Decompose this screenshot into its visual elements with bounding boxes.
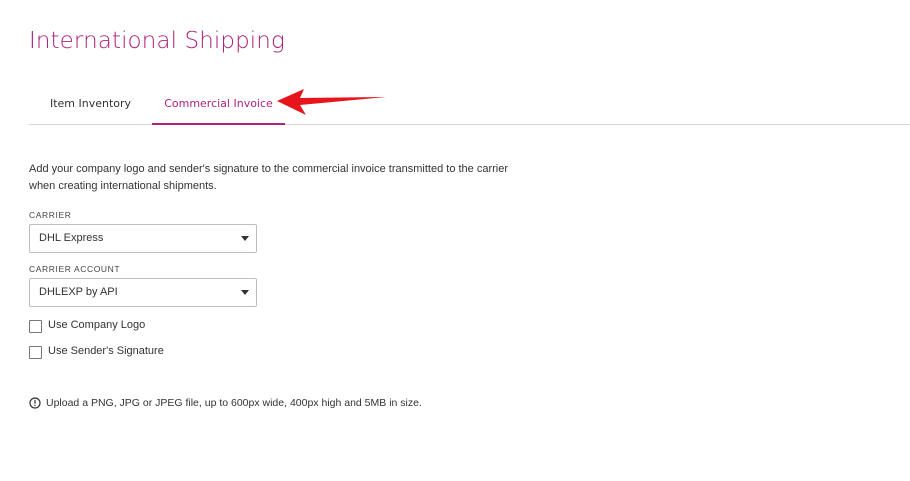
carrier-account-select[interactable]: DHLEXP by API <box>29 278 257 307</box>
chevron-down-icon <box>241 290 249 295</box>
chevron-down-icon <box>241 236 249 241</box>
checkbox-box[interactable] <box>29 320 42 333</box>
carrier-label: CARRIER <box>29 210 72 220</box>
form-description: Add your company logo and sender's signa… <box>29 163 509 192</box>
use-senders-signature-label: Use Sender's Signature <box>48 345 164 357</box>
checkbox-box[interactable] <box>29 346 42 359</box>
tab-commercial-invoice[interactable]: Commercial Invoice <box>152 86 285 125</box>
arrow-left-icon <box>277 89 386 115</box>
tab-item-inventory[interactable]: Item Inventory <box>29 86 152 123</box>
page-title: International Shipping <box>29 28 285 54</box>
upload-info-text: Upload a PNG, JPG or JPEG file, up to 60… <box>46 397 422 409</box>
carrier-account-select-value: DHLEXP by API <box>39 286 118 298</box>
tab-bar: Item Inventory Commercial Invoice <box>29 86 910 125</box>
use-company-logo-label: Use Company Logo <box>48 319 146 331</box>
carrier-select-value: DHL Express <box>39 232 104 244</box>
page: International Shipping Item Inventory Co… <box>0 0 910 481</box>
carrier-select[interactable]: DHL Express <box>29 224 257 253</box>
carrier-account-label: CARRIER ACCOUNT <box>29 264 121 274</box>
info-circle-icon <box>29 397 41 409</box>
